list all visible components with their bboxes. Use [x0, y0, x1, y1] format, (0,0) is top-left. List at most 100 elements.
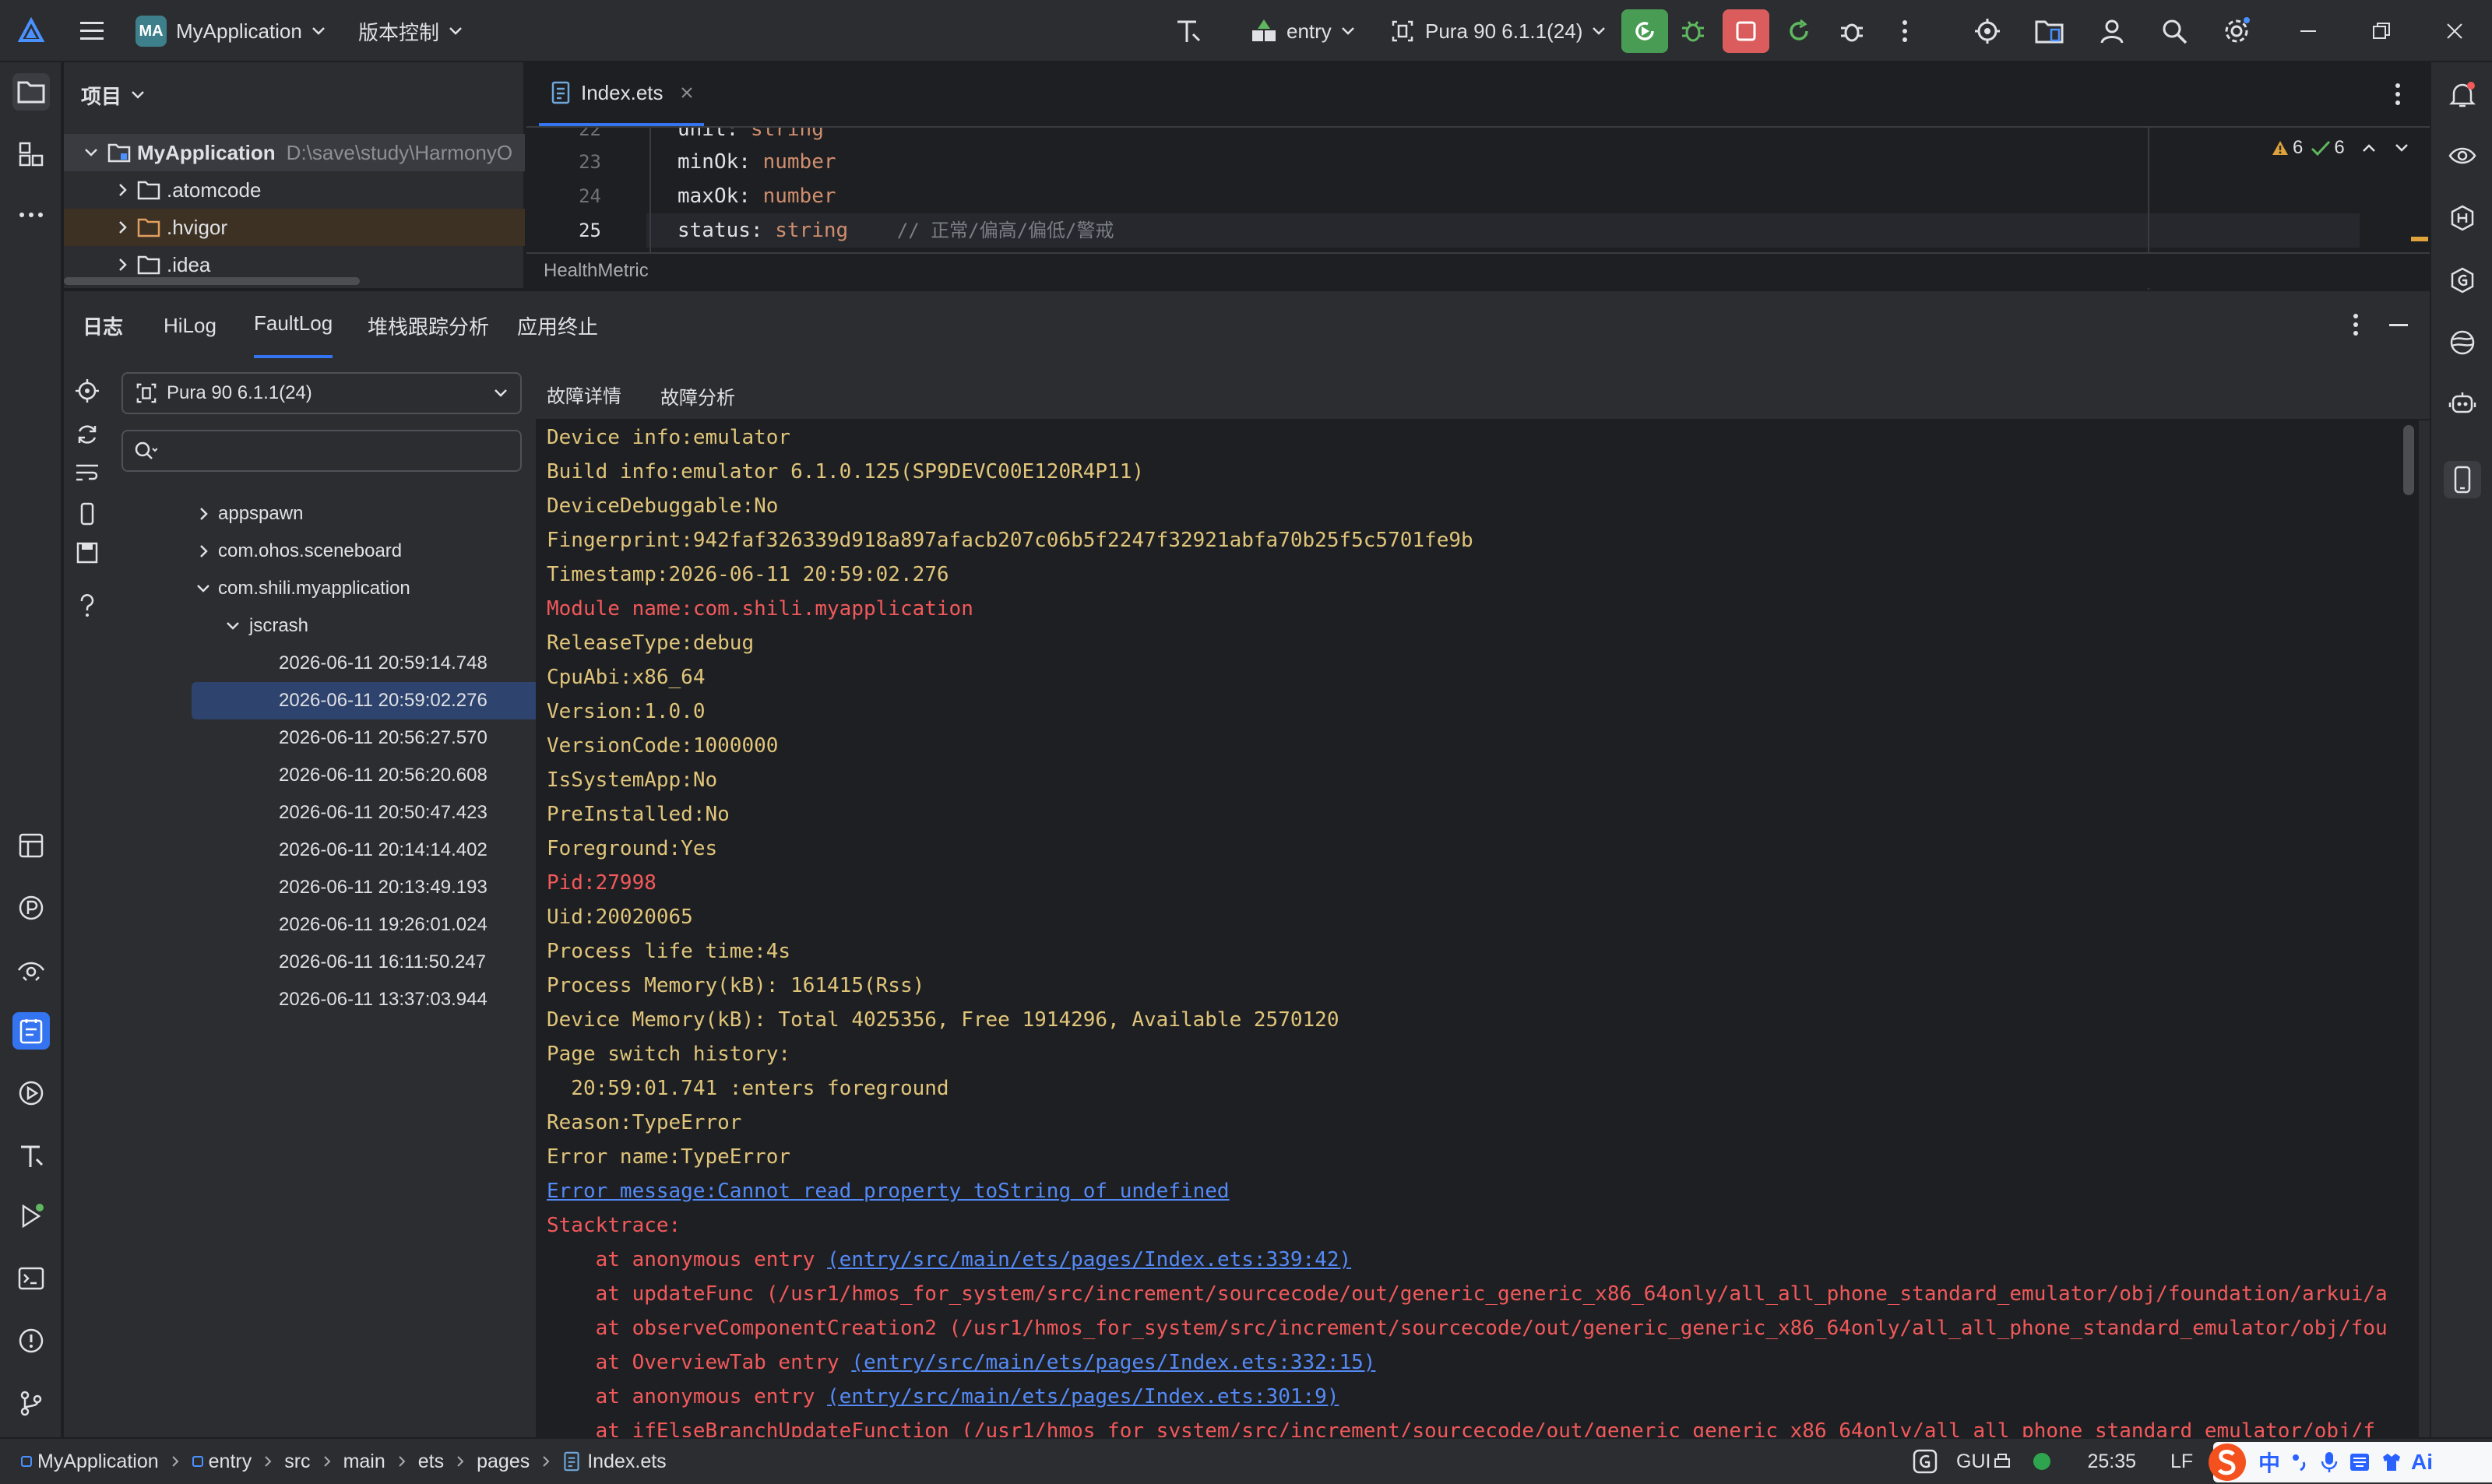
fault-detail-log[interactable]: Device info:emulator Build info:emulator … — [536, 420, 2419, 1439]
stack-frame-link[interactable]: (entry/src/main/ets/pages/Index.ets:332:… — [851, 1351, 1375, 1374]
attach-debugger-icon[interactable] — [1833, 12, 1871, 50]
search-input[interactable] — [165, 440, 509, 462]
terminal-icon[interactable] — [12, 1260, 50, 1297]
tab-faultlog[interactable]: FaultLog — [254, 291, 333, 358]
skin-icon[interactable] — [2380, 1451, 2403, 1474]
grammar-icon[interactable] — [1913, 1449, 1938, 1474]
close-tab-icon[interactable] — [681, 86, 693, 99]
tree-app-item[interactable]: com.shili.myapplication — [128, 570, 579, 607]
search-icon[interactable] — [2156, 12, 2193, 50]
search-field[interactable] — [121, 430, 522, 472]
deveco-logo-icon[interactable] — [12, 12, 50, 50]
target-device-icon[interactable] — [72, 375, 103, 406]
target-icon[interactable] — [1969, 12, 2006, 50]
build-icon[interactable] — [12, 1137, 50, 1174]
project-switcher[interactable]: MA MyApplication — [136, 0, 326, 62]
status-crumb[interactable]: main — [343, 1451, 385, 1473]
rerun-button[interactable] — [1621, 9, 1668, 53]
inspections-widget[interactable]: 6 6 — [2271, 134, 2409, 162]
chevron-down-icon[interactable] — [2395, 143, 2409, 153]
status-crumb[interactable]: entry — [209, 1451, 252, 1473]
tree-folder-item[interactable]: jscrash — [128, 607, 579, 645]
fault-entry[interactable]: 2026-06-11 16:11:50.247 — [128, 944, 579, 981]
device-dropdown[interactable]: Pura 90 6.1.1(24) — [121, 372, 522, 414]
fault-entry[interactable]: 2026-06-11 20:13:49.193 — [128, 869, 579, 906]
debug-icon[interactable] — [1674, 12, 1712, 50]
layout-inspector-icon[interactable] — [12, 827, 50, 864]
project-folder-icon[interactable] — [12, 73, 50, 111]
close-window-icon[interactable] — [2436, 12, 2473, 50]
status-breadcrumb[interactable]: MyApplication entry src main ets pages Index.e… — [20, 1439, 667, 1484]
codegenie-icon[interactable] — [1170, 12, 1207, 50]
status-crumb[interactable]: src — [284, 1451, 310, 1473]
status-crumb[interactable]: MyApplication — [37, 1451, 159, 1473]
restore-icon[interactable] — [2363, 12, 2400, 50]
minimize-icon[interactable] — [2290, 12, 2327, 50]
status-ok-dot[interactable] — [2033, 1452, 2051, 1471]
fault-entry[interactable]: 2026-06-11 20:56:27.570 — [128, 719, 579, 757]
apply-changes-icon[interactable] — [1780, 12, 1818, 50]
fault-entry[interactable]: 2026-06-11 20:59:02.276 — [192, 682, 578, 719]
log-vertical-scrollbar[interactable] — [2403, 425, 2414, 495]
editor-tab[interactable]: Index.ets — [539, 62, 704, 126]
hide-panel-icon[interactable] — [2389, 324, 2408, 327]
more-tools-icon[interactable] — [12, 196, 50, 234]
stop-button[interactable] — [1723, 9, 1769, 53]
status-crumb[interactable]: ets — [418, 1451, 444, 1473]
gradle-icon[interactable] — [2444, 262, 2481, 299]
log-link-line[interactable]: Error message:Cannot read property toStr… — [547, 1174, 1230, 1208]
services-icon[interactable] — [12, 1074, 50, 1112]
status-crumb[interactable]: Index.ets — [587, 1451, 666, 1473]
problems-icon[interactable] — [12, 1322, 50, 1359]
main-menu-icon[interactable] — [73, 12, 111, 50]
tree-app-item[interactable]: appspawn — [128, 495, 579, 533]
notifications-bell-icon[interactable] — [2444, 76, 2481, 114]
settings-gear-icon[interactable] — [2218, 12, 2255, 50]
previewer-eye-icon[interactable] — [2444, 137, 2481, 174]
tree-app-item[interactable]: com.ohos.sceneboard — [128, 533, 579, 570]
structure-icon[interactable] — [12, 135, 50, 173]
device-manager-icon[interactable] — [2031, 12, 2068, 50]
tab-fault-details[interactable]: 故障详情 — [536, 366, 632, 425]
more-vertical-icon[interactable] — [2394, 83, 2402, 106]
chevron-up-icon[interactable] — [2362, 143, 2376, 153]
more-vertical-icon[interactable] — [2352, 313, 2360, 336]
fault-entry[interactable]: 2026-06-11 20:50:47.423 — [128, 794, 579, 832]
fault-entry[interactable]: 2026-06-11 20:59:14.748 — [128, 645, 579, 682]
cursor-position[interactable]: 25:35 — [2087, 1451, 2136, 1473]
project-view-selector[interactable]: 项目 — [81, 78, 145, 112]
soft-wrap-icon[interactable] — [72, 458, 103, 489]
device-phone-icon[interactable] — [2444, 461, 2481, 498]
tree-root[interactable]: MyApplication D:\save\study\HarmonyO — [64, 134, 525, 171]
ai-assistant-icon[interactable] — [2444, 385, 2481, 422]
fault-entry[interactable]: 2026-06-11 20:14:14.402 — [128, 832, 579, 869]
stack-frame-link[interactable]: (entry/src/main/ets/pages/Index.ets:339:… — [827, 1248, 1351, 1271]
horizontal-scrollbar[interactable] — [64, 277, 360, 285]
phone-icon[interactable] — [72, 498, 103, 529]
tab-fault-analysis[interactable]: 故障分析 — [649, 366, 746, 425]
fault-entry[interactable]: 2026-06-11 20:56:20.608 — [128, 757, 579, 794]
git-branch-icon[interactable] — [12, 1384, 50, 1422]
fault-entry[interactable]: 2026-06-11 19:26:01.024 — [128, 906, 579, 944]
vcs-menu[interactable]: 版本控制 — [358, 0, 463, 62]
log-tool-icon[interactable] — [12, 1012, 50, 1050]
module-selector[interactable]: entry — [1251, 0, 1355, 62]
line-separator[interactable]: LF — [2170, 1451, 2193, 1473]
ai-assistant-icon[interactable]: Ai — [2411, 1450, 2433, 1475]
gui-label[interactable]: GUI — [1956, 1451, 1990, 1473]
refresh-icon[interactable] — [72, 419, 103, 450]
preview-eye-icon[interactable] — [12, 951, 50, 989]
ime-punct-icon[interactable] — [2291, 1451, 2308, 1473]
ime-mode-label[interactable]: 中 — [2258, 1447, 2280, 1478]
account-icon[interactable] — [2093, 12, 2131, 50]
ime-toolbar[interactable]: 中 Ai — [2209, 1442, 2492, 1482]
run-icon[interactable] — [12, 1197, 50, 1235]
microphone-icon[interactable] — [2321, 1451, 2338, 1474]
help-icon[interactable] — [72, 590, 103, 621]
save-icon[interactable] — [72, 537, 103, 568]
tab-stack-trace-analysis[interactable]: 堆栈跟踪分析 — [368, 291, 489, 360]
tree-item[interactable]: .atomcode — [64, 171, 525, 209]
fault-entry[interactable]: 2026-06-11 13:37:03.944 — [128, 981, 579, 1018]
profiler-icon[interactable] — [12, 889, 50, 927]
status-crumb[interactable]: pages — [477, 1451, 530, 1473]
